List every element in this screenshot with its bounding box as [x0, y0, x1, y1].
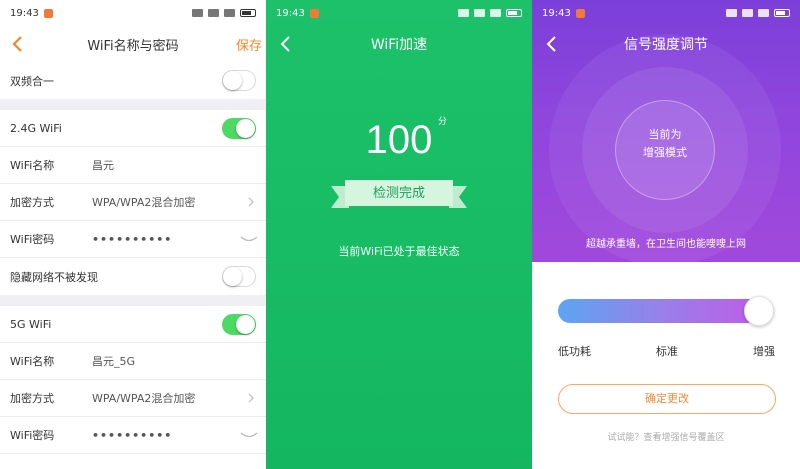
encryption-row[interactable]: 加密方式 WPA/WPA2混合加密 — [0, 184, 266, 221]
battery-icon — [506, 9, 522, 17]
hero-caption: 超越承重墙，在卫生间也能嗖嗖上网 — [586, 239, 746, 250]
signal-slider-knob[interactable] — [744, 296, 774, 326]
signal-icon — [726, 9, 737, 17]
hidden-network-label: 隐藏网络不被发现 — [10, 270, 98, 284]
data-icon — [742, 9, 753, 17]
band-5g-label: 5G WiFi — [10, 317, 52, 331]
eye-closed-icon[interactable] — [240, 235, 258, 243]
mode-line2: 增强模式 — [643, 146, 687, 159]
battery-icon — [774, 9, 790, 17]
wifi-name-label: WiFi名称 — [10, 355, 55, 368]
hidden-network-toggle[interactable] — [222, 266, 256, 287]
detection-complete-label: 检测完成 — [372, 186, 425, 201]
score-value: 100 — [365, 118, 433, 162]
toggle-knob — [223, 71, 242, 90]
wifi-name-row[interactable]: WiFi名称 昌元_5G — [0, 343, 266, 380]
back-arrow-icon[interactable] — [542, 34, 562, 54]
dual-band-row: 双频合一 — [0, 62, 266, 99]
toggle-knob — [236, 315, 255, 334]
battery-icon — [240, 9, 256, 17]
password-row[interactable]: WiFi密码 •••••••••• — [0, 417, 266, 454]
password-label: WiFi密码 — [10, 429, 55, 442]
notification-icon — [575, 8, 585, 18]
score-unit: 分 — [438, 117, 448, 127]
chevron-right-icon — [248, 197, 254, 207]
low-power-label: 低功耗 — [558, 345, 591, 358]
encryption-label: 加密方式 — [10, 392, 54, 405]
dual-band-label: 双频合一 — [10, 74, 54, 88]
standard-label: 标准 — [656, 345, 678, 358]
toggle-knob — [236, 119, 255, 138]
wifi-icon — [490, 9, 501, 17]
navbar: WiFi名称与密码 保存 — [0, 26, 266, 62]
data-icon — [474, 9, 485, 17]
back-arrow-icon[interactable] — [276, 34, 296, 54]
encryption-label: 加密方式 — [10, 196, 54, 209]
wifi-icon — [758, 9, 769, 17]
signal-slider-track[interactable] — [558, 299, 774, 323]
encryption-row[interactable]: 加密方式 WPA/WPA2混合加密 — [0, 380, 266, 417]
status-bar: 19:43 — [532, 0, 800, 26]
wifi-status-text: 当前WiFi已处于最佳状态 — [338, 245, 460, 258]
chevron-right-icon — [248, 393, 254, 403]
signal-strength-screen: 当前为 增强模式 超越承重墙，在卫生间也能嗖嗖上网 19:43 信号强度调节 低… — [532, 0, 800, 469]
notification-icon — [43, 8, 53, 18]
dual-band-toggle[interactable] — [222, 70, 256, 91]
data-icon — [208, 9, 219, 17]
password-label: WiFi密码 — [10, 233, 55, 246]
password-value[interactable]: •••••••••• — [92, 429, 172, 442]
band-24g-label: 2.4G WiFi — [10, 121, 62, 135]
password-value[interactable]: •••••••••• — [92, 233, 172, 246]
navbar: WiFi加速 — [266, 26, 532, 62]
toggle-knob — [223, 267, 242, 286]
page-title: WiFi名称与密码 — [87, 38, 179, 54]
hero-panel: 当前为 增强模式 超越承重墙，在卫生间也能嗖嗖上网 19:43 信号强度调节 — [532, 0, 800, 262]
wifi-name-label: WiFi名称 — [10, 159, 55, 172]
band-5g-group: 5G WiFi WiFi名称 昌元_5G 加密方式 WPA/WPA2混合加密 W… — [0, 306, 266, 469]
band-5g-toggle[interactable] — [222, 314, 256, 335]
current-mode: 当前为 增强模式 — [615, 126, 715, 162]
encryption-value: WPA/WPA2混合加密 — [92, 392, 196, 405]
navbar: 信号强度调节 — [532, 26, 800, 62]
save-button[interactable]: 保存 — [236, 35, 262, 54]
status-time: 19:43 — [542, 7, 571, 19]
wifi-boost-screen: 19:43 WiFi加速 100 分 检测完成 当前WiFi已处于最佳状态 — [266, 0, 532, 469]
mode-line1: 当前为 — [648, 128, 682, 141]
wifi-icon — [224, 9, 235, 17]
page-title: 信号强度调节 — [624, 37, 708, 53]
coverage-link[interactable]: 试试能？查看增强信号覆盖区 — [532, 430, 800, 443]
confirm-change-button[interactable]: 确定更改 — [558, 384, 776, 414]
dual-band-group: 双频合一 — [0, 62, 266, 99]
band-24g-group: 2.4G WiFi WiFi名称 昌元 加密方式 WPA/WPA2混合加密 Wi… — [0, 110, 266, 295]
back-arrow-icon[interactable] — [8, 34, 28, 54]
signal-icon — [192, 9, 203, 17]
hidden-network-row: 隐藏网络不被发现 — [0, 258, 266, 295]
wifi-name-value[interactable]: 昌元_5G — [92, 353, 135, 369]
encryption-value: WPA/WPA2混合加密 — [92, 196, 196, 209]
band-24g-row: 2.4G WiFi — [0, 110, 266, 147]
wifi-settings-screen: 19:43 WiFi名称与密码 保存 双频合一 2.4G WiFi WiFi名称… — [0, 0, 266, 469]
status-bar: 19:43 — [266, 0, 532, 26]
password-row[interactable]: WiFi密码 •••••••••• — [0, 221, 266, 258]
status-bar: 19:43 — [0, 0, 266, 26]
status-time: 19:43 — [10, 7, 39, 19]
page-title: WiFi加速 — [370, 37, 428, 53]
wifi-name-value[interactable]: 昌元 — [92, 157, 114, 173]
next-row-partial — [0, 454, 266, 469]
eye-closed-icon[interactable] — [240, 431, 258, 439]
notification-icon — [309, 8, 319, 18]
wifi-name-row[interactable]: WiFi名称 昌元 — [0, 147, 266, 184]
band-24g-toggle[interactable] — [222, 118, 256, 139]
band-5g-row: 5G WiFi — [0, 306, 266, 343]
enhanced-label: 增强 — [753, 345, 775, 358]
status-time: 19:43 — [276, 7, 305, 19]
signal-icon — [458, 9, 469, 17]
